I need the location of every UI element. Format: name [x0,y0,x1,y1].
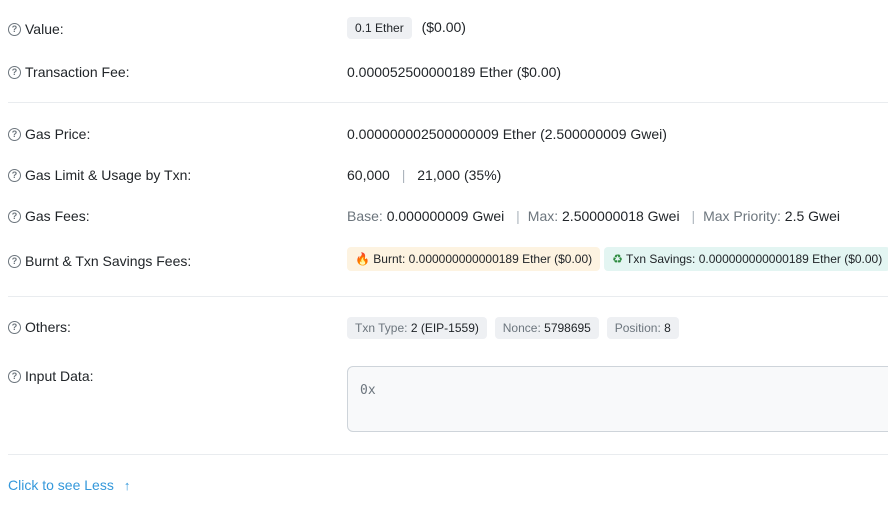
fee-label: Transaction Fee: [25,64,130,80]
fee-value: 0.000052500000189 Ether ($0.00) [347,64,562,80]
savings-badge: ♻ Txn Savings: 0.000000000000189 Ether (… [604,247,888,271]
separator: | [691,208,696,224]
position-key: Position: [614,321,661,335]
txn-type-key: Txn Type: [355,321,408,335]
burnt-text: Burnt: 0.000000000000189 Ether ($0.00) [373,252,593,266]
txn-type-badge: Txn Type: 2 (EIP-1559) [347,317,487,339]
value-usd: ($0.00) [421,18,466,35]
question-icon[interactable]: ? [8,209,21,223]
separator: | [401,167,406,183]
max-key: Max: [527,208,559,224]
burnt-label-wrap: ? Burnt & Txn Savings Fees: [8,253,191,269]
burnt-label: Burnt & Txn Savings Fees: [25,253,192,269]
value-content: 0.1 Ether ($0.00) [347,17,466,39]
divider [8,102,888,103]
fee-label-wrap: ? Transaction Fee: [8,64,130,80]
max-priority-value: 2.5 Gwei [784,208,841,224]
fire-icon: 🔥 [355,252,370,266]
value-label-wrap: ? Value: [8,21,64,37]
gas-usage: 21,000 (35%) [417,167,502,183]
others-value: Txn Type: 2 (EIP-1559) Nonce: 5798695 Po… [347,317,679,339]
gas-price-value: 0.000000002500000009 Ether (2.500000009 … [347,126,667,142]
base-value: 0.000000009 Gwei [386,208,505,224]
nonce-key: Nonce: [502,321,541,335]
see-less-label: Click to see Less [8,477,114,493]
question-icon[interactable]: ? [8,369,21,383]
question-icon[interactable]: ? [8,168,21,182]
gas-limit-value: 60,000 | 21,000 (35%) [347,167,501,183]
txn-type-value: 2 (EIP-1559) [410,321,479,335]
divider [8,454,888,455]
divider [8,296,888,297]
gas-price-label-wrap: ? Gas Price: [8,126,90,142]
gas-limit-label-wrap: ? Gas Limit & Usage by Txn: [8,167,191,183]
arrow-up-icon: ↑ [123,477,131,493]
position-badge: Position: 8 [606,317,679,339]
question-icon[interactable]: ? [8,320,21,334]
value-label: Value: [25,21,64,37]
others-label-wrap: ? Others: [8,319,71,335]
burnt-badge: 🔥 Burnt: 0.000000000000189 Ether ($0.00) [347,247,601,271]
others-label: Others: [25,319,71,335]
separator: | [516,208,520,224]
savings-icon: ♻ [612,252,623,266]
gas-fees-label: Gas Fees: [25,208,90,224]
max-value: 2.500000018 Gwei [562,208,680,224]
gas-price-label: Gas Price: [25,126,91,142]
question-icon[interactable]: ? [8,65,21,79]
nonce-badge: Nonce: 5798695 [494,317,599,339]
question-icon[interactable]: ? [8,127,21,141]
position-value: 8 [664,321,671,335]
gas-fees-value: Base: 0.000000009 Gwei | Max: 2.500000018… [347,208,840,224]
burnt-value: 🔥 Burnt: 0.000000000000189 Ether ($0.00)… [347,247,888,271]
question-icon[interactable]: ? [8,22,21,36]
gas-limit: 60,000 [347,167,390,183]
gas-fees-label-wrap: ? Gas Fees: [8,208,90,224]
question-icon[interactable]: ? [8,254,21,268]
savings-text: Txn Savings: 0.000000000000189 Ether ($0… [626,252,883,266]
value-amount-badge: 0.1 Ether [347,17,412,39]
input-label-wrap: ? Input Data: [8,368,94,384]
base-key: Base: [347,208,383,224]
input-label: Input Data: [25,368,94,384]
see-less-link[interactable]: Click to see Less ↑ [8,477,130,493]
input-data-field[interactable]: 0x [347,366,888,432]
nonce-value: 5798695 [544,321,591,335]
gas-limit-label: Gas Limit & Usage by Txn: [25,167,192,183]
max-priority-key: Max Priority: [703,208,781,224]
